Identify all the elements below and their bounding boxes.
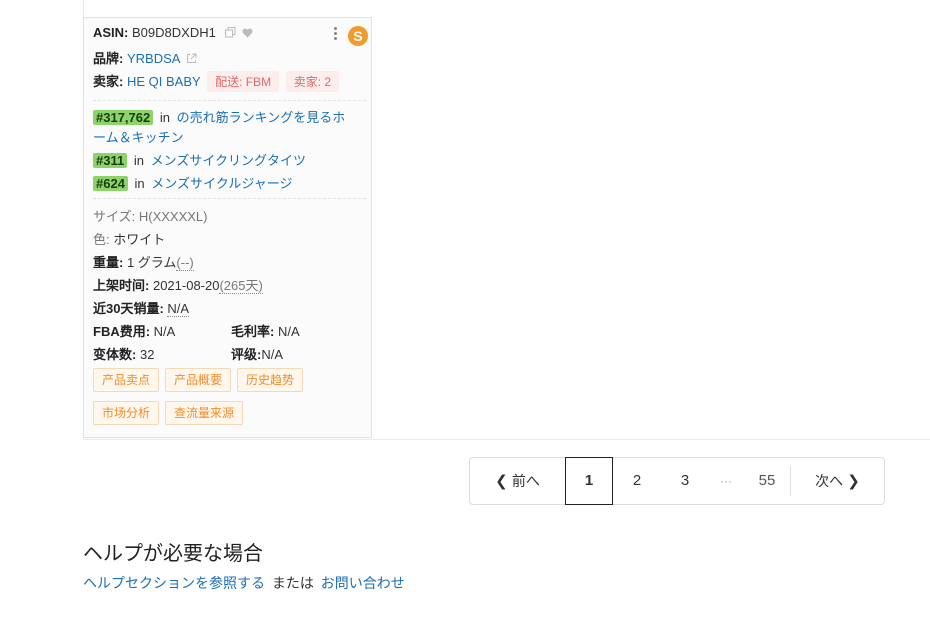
asin-label: ASIN: (93, 25, 129, 40)
asin-row: ASIN: B09D8DXDH1 (93, 25, 253, 41)
weight-value: 1 グラム (126, 255, 177, 270)
rank-badge: #317,762 (93, 110, 154, 125)
color-value: ホワイト (113, 232, 166, 247)
fba-value: N/A (153, 324, 176, 339)
listed-days: (265天) (219, 278, 263, 294)
contact-link[interactable]: お問い合わせ (321, 575, 405, 591)
sales-label: 近30天销量: (93, 301, 164, 316)
listed-label: 上架时间: (93, 278, 150, 293)
help-title: ヘルプが必要な場合 (83, 543, 263, 565)
variants-label: 变体数: (93, 347, 137, 362)
top-divider-line (83, 0, 84, 18)
rank-badge: #624 (93, 176, 128, 191)
rank-category-link[interactable]: メンズサイクリングタイツ (151, 153, 306, 168)
selling-points-button[interactable]: 产品卖点 (93, 368, 160, 392)
asin-value: B09D8DXDH1 (132, 25, 216, 40)
product-card: S ASIN: B09D8DXDH1 品牌: YRBDSA 卖家: HE QI … (83, 17, 372, 438)
rank-row-sub2: #624 in メンズサイクルジャージ (93, 173, 292, 192)
weight-row: 重量: 1 グラム(--) (93, 252, 194, 271)
pagination-ellipsis: ··· (720, 474, 732, 488)
seller-row: 卖家: HE QI BABY 配送: FBM 卖家: 2 (93, 71, 340, 92)
page-3-button[interactable]: 3 (661, 458, 709, 504)
seller-count-badge[interactable]: 卖家: 2 (285, 71, 340, 92)
page-last-button[interactable]: 55 (743, 458, 791, 504)
content-divider (83, 439, 930, 440)
margin-row: 毛利率: N/A (231, 321, 300, 340)
chevron-left-icon: ❮ (495, 473, 508, 490)
variants-value: 32 (139, 347, 155, 362)
brand-link[interactable]: YRBDSA (127, 51, 180, 66)
rating-label: 评级: (231, 347, 262, 362)
listed-date: 2021-08-20 (152, 278, 220, 293)
fba-row: FBA费用: N/A (93, 321, 175, 340)
size-value: H(XXXXXL) (138, 209, 208, 224)
page-1-button[interactable]: 1 (565, 457, 613, 505)
variants-row: 变体数: 32 (93, 344, 154, 363)
rank-in: in (159, 110, 170, 125)
heart-icon[interactable] (242, 26, 253, 41)
more-options-icon[interactable] (334, 27, 338, 42)
external-link-icon[interactable] (186, 52, 197, 67)
size-row: サイズ: H(XXXXXL) (93, 206, 208, 225)
help-line: ヘルプセクションを参照する または お問い合わせ (83, 573, 405, 593)
help-or: または (271, 575, 314, 591)
copy-icon[interactable] (225, 26, 236, 41)
rank-row-main: #317,762 in の売れ筋ランキングを見るホ (93, 107, 345, 126)
rank-in: in (133, 153, 144, 168)
weight-label: 重量: (93, 255, 124, 270)
margin-label: 毛利率: (231, 324, 275, 339)
sales-row: 近30天销量: N/A (93, 298, 190, 317)
chevron-right-icon: ❯ (847, 473, 860, 490)
margin-value: N/A (277, 324, 300, 339)
next-label: 次へ (815, 473, 844, 489)
size-label: サイズ: (93, 209, 136, 224)
traffic-source-button[interactable]: 查流量来源 (165, 401, 244, 425)
seller-link[interactable]: HE QI BABY (127, 74, 200, 89)
color-row: 色: ホワイト (93, 229, 165, 248)
brand-row: 品牌: YRBDSA (93, 48, 197, 67)
brand-label: 品牌: (93, 51, 124, 66)
rank-category-link[interactable]: の売れ筋ランキングを見るホ (177, 110, 346, 125)
rank-row-sub1: #311 in メンズサイクリングタイツ (93, 150, 306, 169)
seller-label: 卖家: (93, 74, 124, 89)
prev-label: 前へ (511, 473, 540, 489)
rank-category-link[interactable]: メンズサイクルジャージ (151, 176, 292, 191)
rating-value: N/A (261, 347, 284, 362)
help-section-link[interactable]: ヘルプセクションを参照する (83, 575, 265, 591)
rating-row: 评级:N/A (231, 344, 283, 363)
sales-value: N/A (167, 301, 190, 317)
fbm-badge: 配送: FBM (207, 71, 280, 92)
seller-sprite-logo-icon[interactable]: S (348, 26, 368, 46)
weight-extra: (--) (176, 255, 194, 271)
page-2-button[interactable]: 2 (613, 458, 661, 504)
product-summary-button[interactable]: 产品概要 (165, 368, 232, 392)
listed-row: 上架时间: 2021-08-20(265天) (93, 275, 263, 294)
rank-category-link-cont[interactable]: ーム＆キッチン (93, 127, 184, 146)
market-analysis-button[interactable]: 市场分析 (93, 401, 160, 425)
pagination: ❮ 前へ 1 2 3 ··· 55 次へ ❯ (469, 457, 885, 505)
divider (93, 100, 366, 102)
fba-label: FBA费用: (93, 324, 151, 339)
history-trend-button[interactable]: 历史趋势 (237, 368, 304, 392)
prev-page-button[interactable]: ❮ 前へ (470, 458, 565, 504)
rank-in: in (134, 176, 145, 191)
color-label: 色: (93, 232, 110, 247)
next-page-button[interactable]: 次へ ❯ (791, 458, 884, 504)
divider (93, 198, 366, 200)
rank-badge: #311 (93, 153, 128, 168)
